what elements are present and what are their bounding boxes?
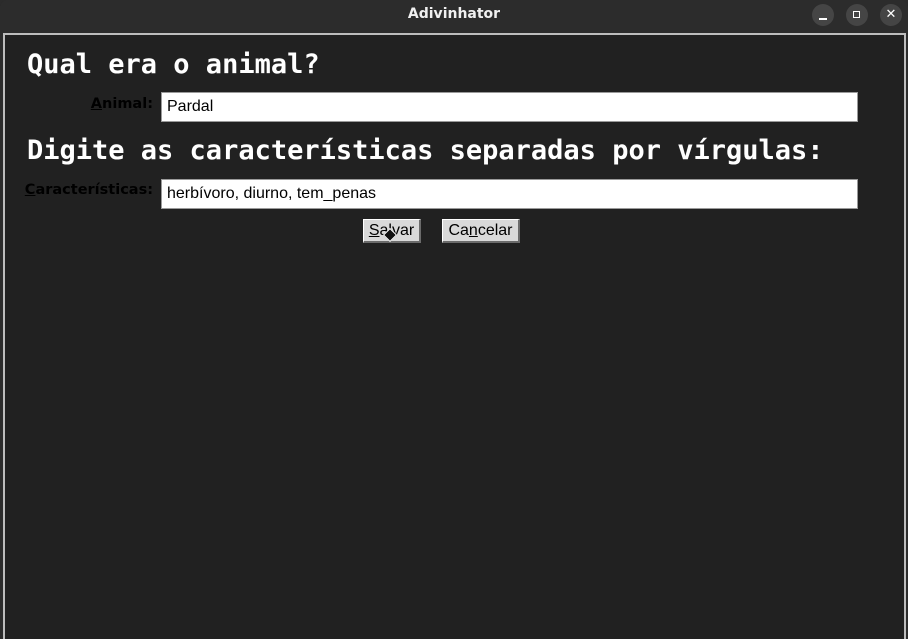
maximize-button[interactable] [846, 4, 868, 26]
close-button[interactable]: ✕ [880, 4, 902, 26]
traits-label: Características: [5, 182, 153, 198]
cancel-label: celar [477, 222, 513, 239]
close-icon: ✕ [885, 7, 897, 22]
traits-heading: Digite as características separadas por … [27, 135, 824, 166]
traits-label-text: aracterísticas: [35, 182, 153, 198]
minimize-icon [819, 18, 827, 20]
form-panel: Qual era o animal? Animal: Pardal Digite… [3, 33, 906, 639]
animal-label-mnemonic: A [90, 96, 103, 112]
animal-label: Animal: [5, 96, 153, 112]
cancel-mnemonic: n [468, 222, 478, 239]
cancel-button[interactable]: Cancelar [442, 219, 520, 243]
window-title: Adivinhator [407, 6, 501, 22]
animal-heading: Qual era o animal? [27, 49, 320, 80]
cancel-prefix: Ca [448, 222, 469, 239]
animal-input[interactable]: Pardal [161, 92, 858, 122]
animal-label-text: nimal: [102, 96, 153, 112]
traits-input[interactable]: herbívoro, diurno, tem_penas [161, 179, 858, 209]
minimize-button[interactable] [812, 4, 834, 26]
maximize-icon [853, 11, 860, 18]
traits-label-mnemonic: C [24, 182, 36, 198]
title-bar[interactable]: Adivinhator ✕ [0, 0, 908, 30]
app-window: Adivinhator ✕ Qual era o animal? Animal:… [0, 0, 908, 639]
save-mnemonic: S [368, 222, 380, 239]
